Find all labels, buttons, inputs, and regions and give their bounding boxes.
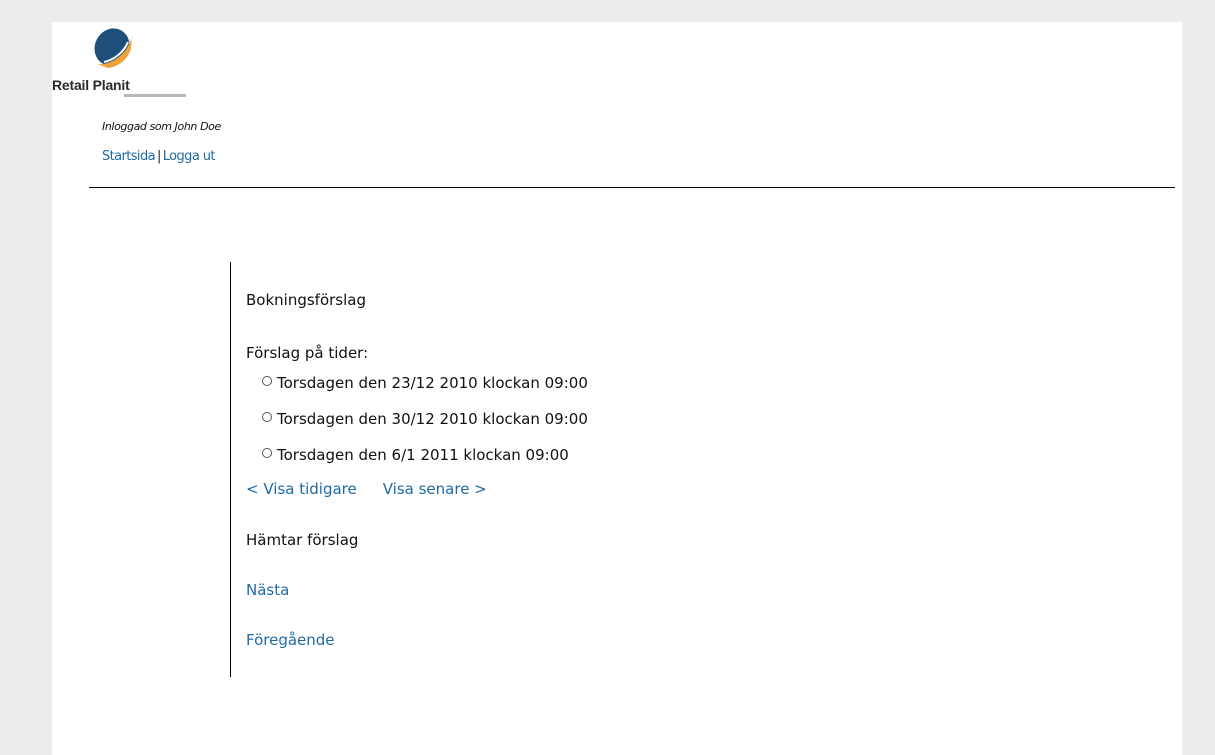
previous-link[interactable]: Föregående (246, 631, 335, 649)
time-options: Torsdagen den 23/12 2010 klockan 09:00 T… (262, 374, 588, 482)
home-link[interactable]: Startsida (102, 149, 156, 164)
logged-in-status: Inloggad som John Doe (102, 120, 221, 133)
time-option-label: Torsdagen den 30/12 2010 klockan 09:00 (277, 410, 588, 428)
radio-button[interactable] (262, 412, 272, 422)
radio-button[interactable] (262, 376, 272, 386)
loading-status: Hämtar förslag (246, 531, 359, 549)
nav-separator: | (156, 149, 161, 164)
logo-text: Retail Planit (52, 77, 130, 93)
suggestion-pager: < Visa tidigare Visa senare > (246, 480, 487, 498)
time-option[interactable]: Torsdagen den 6/1 2011 klockan 09:00 (262, 446, 588, 482)
header-divider (89, 187, 1175, 188)
time-option-label: Torsdagen den 23/12 2010 klockan 09:00 (277, 374, 588, 392)
time-option[interactable]: Torsdagen den 30/12 2010 klockan 09:00 (262, 410, 588, 446)
show-earlier-link[interactable]: < Visa tidigare (246, 480, 357, 498)
show-later-link[interactable]: Visa senare > (383, 480, 487, 498)
next-link[interactable]: Nästa (246, 581, 289, 599)
time-option-label: Torsdagen den 6/1 2011 klockan 09:00 (277, 446, 569, 464)
page-container: Retail Planit Inloggad som John Doe Star… (52, 22, 1182, 755)
logout-link[interactable]: Logga ut (163, 149, 216, 164)
top-navigation: Startsida | Logga ut (102, 149, 215, 164)
logo: Retail Planit (52, 24, 188, 104)
radio-button[interactable] (262, 448, 272, 458)
time-option[interactable]: Torsdagen den 23/12 2010 klockan 09:00 (262, 374, 588, 410)
logo-tagline (124, 94, 186, 97)
booking-title: Bokningsförslag (246, 291, 366, 309)
booking-panel: Bokningsförslag Förslag på tider: Torsda… (230, 262, 831, 677)
logo-mark-icon (94, 28, 132, 68)
suggestions-label: Förslag på tider: (246, 344, 369, 362)
